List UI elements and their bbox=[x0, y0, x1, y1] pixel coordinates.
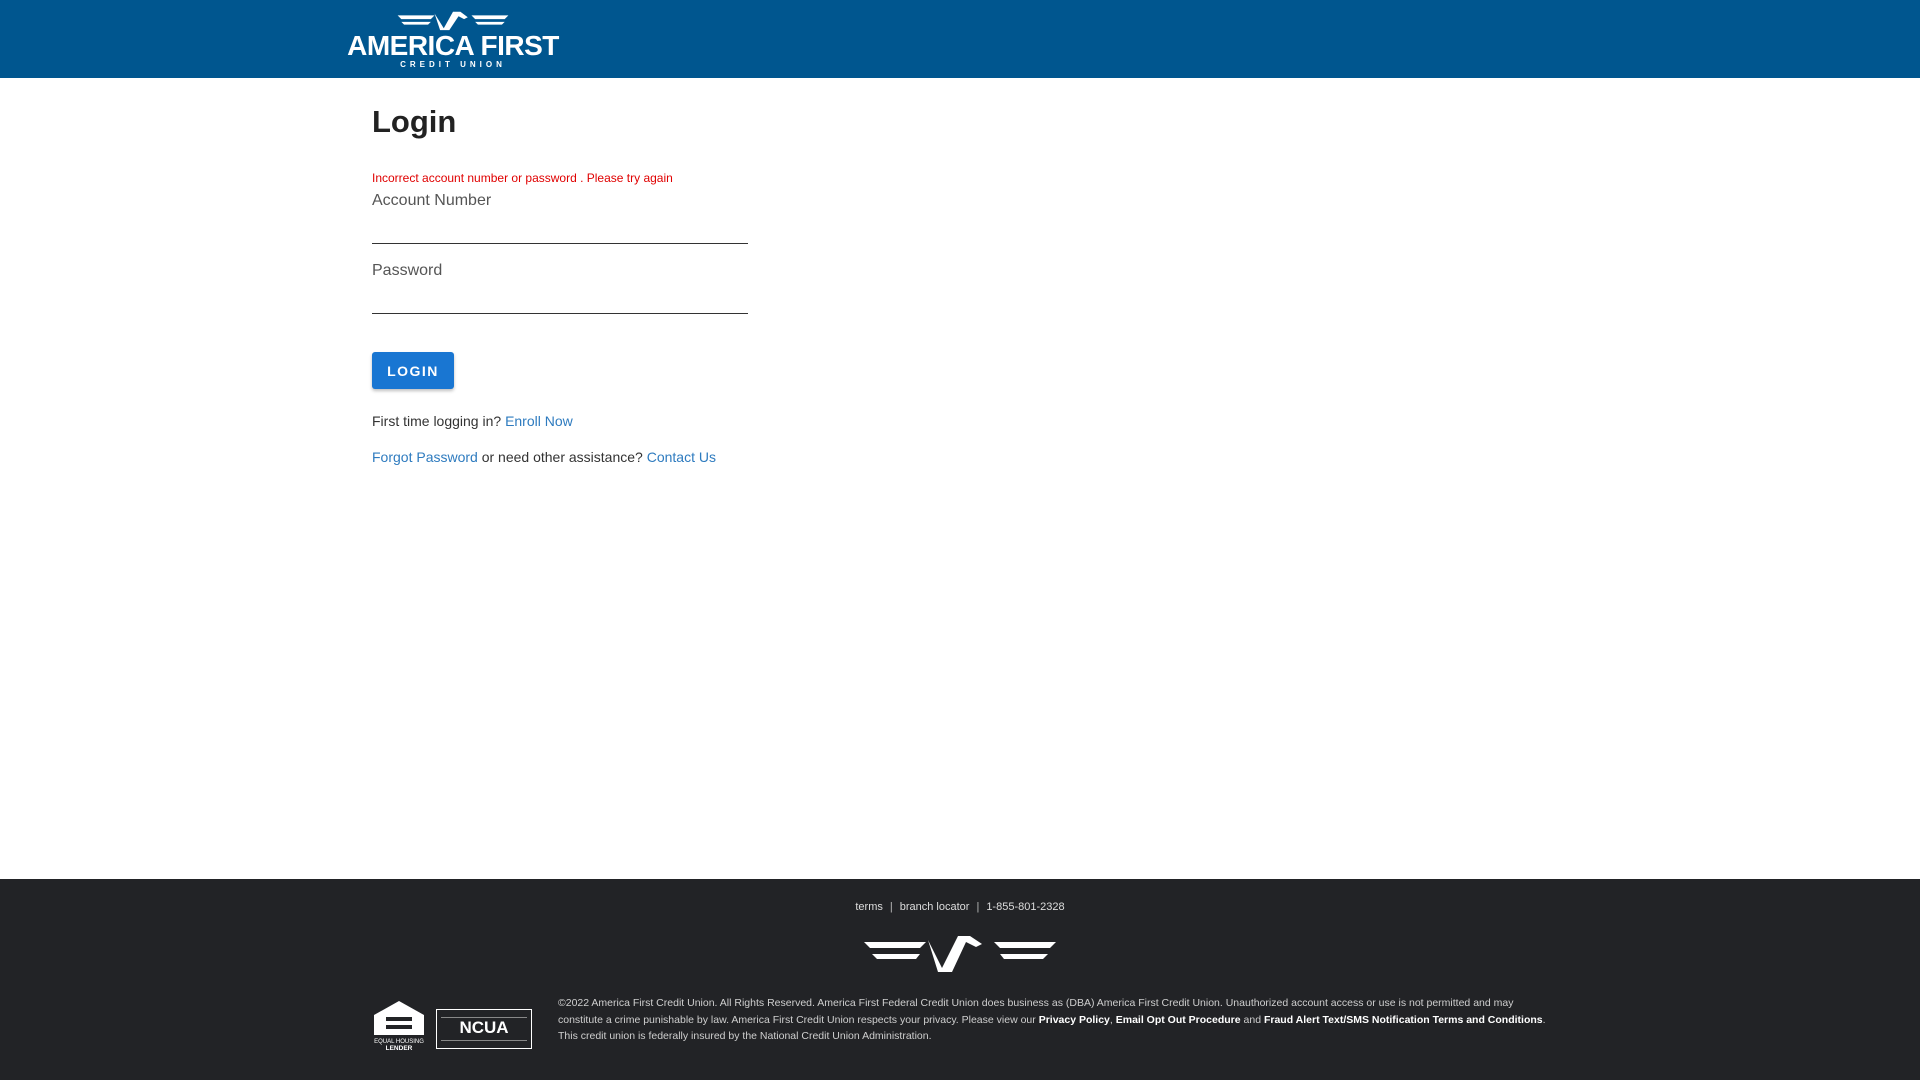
login-button[interactable]: LOGIN bbox=[372, 352, 454, 389]
email-opt-out-link[interactable]: Email Opt Out Procedure bbox=[1116, 1014, 1241, 1026]
eagle-emblem-icon bbox=[397, 11, 509, 31]
separator: | bbox=[889, 901, 893, 913]
contact-us-link[interactable]: Contact Us bbox=[647, 449, 716, 465]
privacy-policy-link[interactable]: Privacy Policy bbox=[1039, 1014, 1110, 1026]
site-footer: terms | branch locator | 1-855-801-2328 EQUA… bbox=[0, 879, 1920, 1080]
account-number-input[interactable] bbox=[372, 220, 748, 244]
logo-name: AMERICA FIRST bbox=[347, 30, 559, 61]
password-input[interactable] bbox=[372, 290, 748, 314]
page-title: Login bbox=[372, 104, 457, 139]
ncua-badge: NCUA bbox=[436, 1009, 532, 1049]
account-number-label: Account Number bbox=[372, 192, 492, 209]
site-header: AMERICA FIRST CREDIT UNION bbox=[0, 0, 1920, 78]
eagle-emblem-icon bbox=[864, 936, 1056, 972]
fraud-alert-terms-link[interactable]: Fraud Alert Text/SMS Notification Terms … bbox=[1264, 1014, 1543, 1026]
america-first-logo[interactable]: AMERICA FIRST CREDIT UNION bbox=[347, 8, 559, 70]
help-line: Forgot Password or need other assistance… bbox=[372, 449, 716, 465]
enroll-line: First time logging in? Enroll Now bbox=[372, 413, 573, 429]
separator: | bbox=[976, 901, 980, 913]
equal-housing-lender-icon: EQUAL HOUSING LENDER bbox=[374, 1001, 424, 1051]
legal-text: ©2022 America First Credit Union. All Ri… bbox=[558, 995, 1548, 1045]
enroll-now-link[interactable]: Enroll Now bbox=[505, 413, 573, 429]
assistance-text: or need other assistance? bbox=[481, 449, 643, 465]
first-time-text: First time logging in? bbox=[372, 413, 502, 429]
phone-link[interactable]: 1-855-801-2328 bbox=[986, 901, 1064, 913]
svg-text:LENDER: LENDER bbox=[386, 1045, 413, 1051]
terms-link[interactable]: terms bbox=[855, 901, 883, 913]
ncua-label: NCUA bbox=[459, 1018, 509, 1037]
footer-links: terms | branch locator | 1-855-801-2328 bbox=[0, 901, 1920, 913]
password-label: Password bbox=[372, 262, 443, 279]
and-text: and bbox=[1240, 1013, 1264, 1026]
password-field: Password bbox=[372, 261, 748, 314]
ncua-fine-print bbox=[441, 1040, 527, 1045]
forgot-password-link[interactable]: Forgot Password bbox=[372, 449, 478, 465]
error-message: Incorrect account number or password . P… bbox=[372, 171, 673, 185]
logo-subtitle: CREDIT UNION bbox=[400, 60, 506, 69]
branch-locator-link[interactable]: branch locator bbox=[900, 901, 970, 913]
account-number-field: Account Number bbox=[372, 191, 748, 244]
